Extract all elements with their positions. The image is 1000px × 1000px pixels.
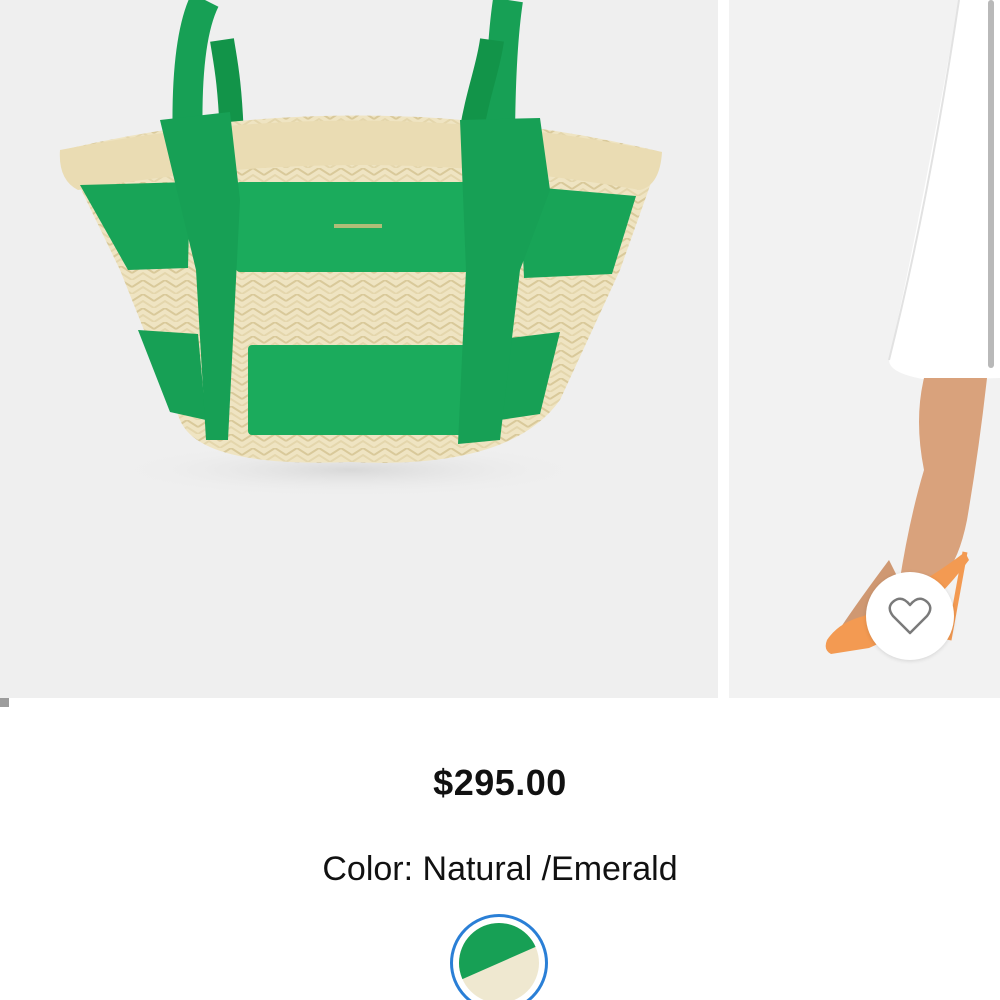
product-page: $295.00 Color: Natural /Emerald xyxy=(0,0,1000,1000)
product-image-next[interactable] xyxy=(729,0,1000,698)
product-price: $295.00 xyxy=(433,762,567,803)
color-swatch-natural-emerald[interactable] xyxy=(450,914,548,1000)
favorite-button[interactable] xyxy=(866,572,954,660)
swatch-color-preview xyxy=(459,923,539,1000)
model-illustration xyxy=(825,0,1000,654)
color-label: Color: xyxy=(322,850,414,888)
product-image-gallery[interactable] xyxy=(0,0,1000,698)
heart-outline-icon xyxy=(888,597,932,635)
color-selection-label: Color: Natural /Emerald xyxy=(0,850,1000,889)
gallery-page-indicator xyxy=(0,698,9,707)
basket-bag-illustration xyxy=(59,0,663,498)
color-value: Natural /Emerald xyxy=(422,850,678,888)
scrollbar-thumb[interactable] xyxy=(988,0,994,368)
product-image-main[interactable] xyxy=(0,0,718,698)
